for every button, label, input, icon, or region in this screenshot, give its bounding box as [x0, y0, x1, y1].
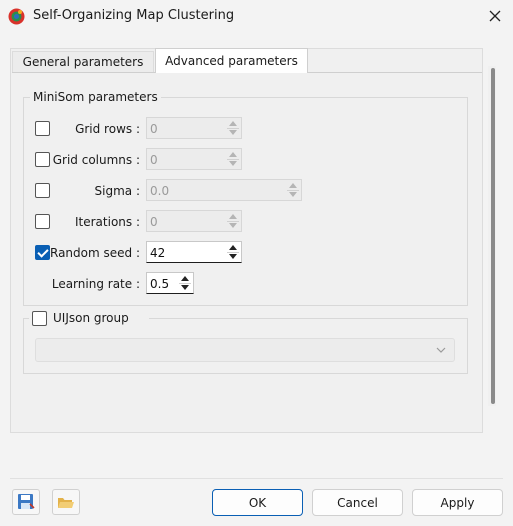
ok-button[interactable]: OK — [212, 489, 303, 516]
chevron-down-icon — [436, 347, 446, 353]
sigma-stepper[interactable] — [287, 181, 299, 199]
sigma-value: 0.0 — [150, 184, 170, 198]
sigma-label: Sigma : — [94, 184, 140, 198]
learning-rate-value: 0.5 — [150, 277, 170, 291]
grid-columns-label: Grid columns : — [52, 153, 140, 167]
minisom-group-title: MiniSom parameters — [30, 90, 161, 104]
iterations-label: Iterations : — [74, 215, 140, 229]
tab-general-parameters[interactable]: General parameters — [12, 51, 154, 72]
grid-columns-value: 0 — [150, 153, 158, 167]
grid-rows-value: 0 — [150, 122, 158, 136]
folder-open-icon — [58, 498, 74, 508]
uijson-group-title: UIJson group — [53, 311, 129, 325]
scrollbar-thumb[interactable] — [491, 68, 495, 404]
close-icon[interactable] — [487, 8, 503, 24]
save-icon — [18, 494, 35, 509]
iterations-checkbox[interactable] — [35, 214, 50, 229]
open-button[interactable] — [52, 489, 80, 515]
iterations-stepper[interactable] — [227, 212, 239, 230]
random-seed-stepper[interactable] — [227, 243, 239, 261]
window-title: Self-Organizing Map Clustering — [33, 8, 235, 23]
iterations-spinbox[interactable]: 0 — [146, 210, 242, 232]
grid-rows-checkbox[interactable] — [35, 121, 50, 136]
tab-advanced-parameters[interactable]: Advanced parameters — [155, 48, 308, 73]
uijson-combobox[interactable] — [35, 338, 455, 362]
learning-rate-spinbox[interactable]: 0.5 — [146, 272, 194, 294]
learning-rate-stepper[interactable] — [179, 274, 191, 292]
title-bar: Self-Organizing Map Clustering — [0, 0, 513, 34]
grid-rows-stepper[interactable] — [227, 119, 239, 137]
save-button[interactable] — [12, 489, 40, 515]
uijson-group-header: UIJson group — [29, 310, 149, 328]
grid-columns-stepper[interactable] — [227, 150, 239, 168]
footer-divider — [10, 478, 503, 479]
iterations-value: 0 — [150, 215, 158, 229]
uijson-group-checkbox[interactable] — [32, 311, 47, 326]
grid-rows-label: Grid rows : — [75, 122, 140, 136]
som-app-icon — [8, 8, 25, 25]
sigma-checkbox[interactable] — [35, 183, 50, 198]
apply-button[interactable]: Apply — [412, 489, 503, 516]
cancel-button[interactable]: Cancel — [312, 489, 403, 516]
grid-columns-checkbox[interactable] — [35, 152, 50, 167]
random-seed-spinbox[interactable]: 42 — [146, 241, 242, 263]
random-seed-value: 42 — [150, 246, 166, 260]
sigma-spinbox[interactable]: 0.0 — [146, 179, 302, 201]
grid-rows-spinbox[interactable]: 0 — [146, 117, 242, 139]
grid-columns-spinbox[interactable]: 0 — [146, 148, 242, 170]
learning-rate-label: Learning rate : — [51, 277, 140, 291]
random-seed-label: Random seed : — [50, 246, 140, 260]
